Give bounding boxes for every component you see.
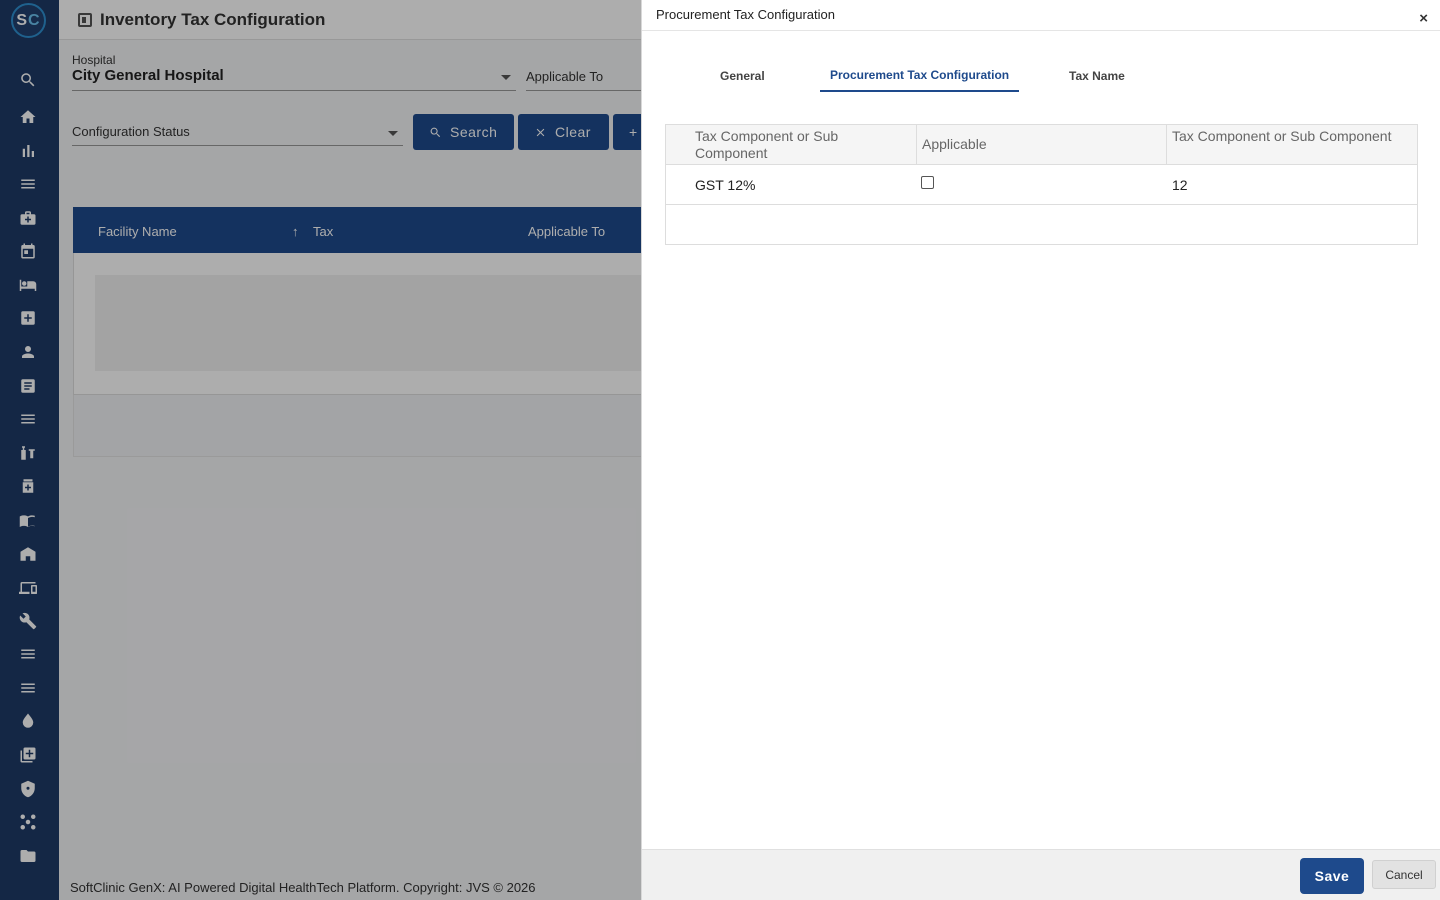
table-row: GST 12% 12 — [666, 165, 1417, 205]
table-empty-row — [666, 205, 1417, 244]
drawer-title: Procurement Tax Configuration — [656, 7, 835, 22]
save-button[interactable]: Save — [1300, 858, 1364, 894]
tab-tax-name[interactable]: Tax Name — [1069, 69, 1125, 83]
active-tab-indicator — [820, 90, 1019, 92]
tab-general[interactable]: General — [720, 69, 765, 83]
tax-component-value: 12 — [1172, 177, 1188, 193]
drawer-header: Procurement Tax Configuration × — [642, 0, 1440, 31]
column-applicable: Applicable — [916, 125, 1166, 165]
applicable-checkbox[interactable] — [921, 176, 934, 189]
table-header-row: Tax Component or Sub Component Applicabl… — [666, 125, 1417, 165]
column-tax-component-value: Tax Component or Sub Component — [1166, 125, 1417, 165]
procurement-tax-drawer: Procurement Tax Configuration × General … — [641, 0, 1440, 900]
tab-procurement-tax-configuration[interactable]: Procurement Tax Configuration — [830, 68, 1009, 82]
drawer-footer: Save Cancel — [642, 849, 1440, 900]
column-tax-component: Tax Component or Sub Component — [695, 128, 839, 161]
tax-component-name: GST 12% — [695, 177, 756, 193]
cancel-button[interactable]: Cancel — [1372, 860, 1436, 889]
tax-component-table: Tax Component or Sub Component Applicabl… — [665, 124, 1418, 245]
close-icon[interactable]: × — [1419, 11, 1428, 26]
